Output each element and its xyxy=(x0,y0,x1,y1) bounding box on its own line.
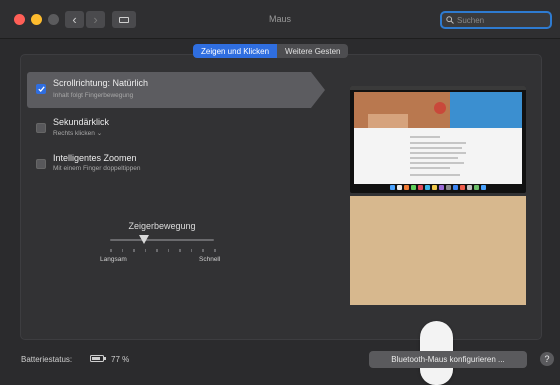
preview-menubar xyxy=(350,86,526,90)
secondary-click-dropdown[interactable]: Rechts klicken ⌄ xyxy=(53,129,102,137)
option-scroll-direction[interactable]: Scrollrichtung: Natürlich Inhalt folgt F… xyxy=(27,72,325,108)
slider-tick xyxy=(144,249,147,252)
option-smart-zoom[interactable]: Intelligentes Zoomen Mit einem Finger do… xyxy=(27,150,307,182)
smart-zoom-checkbox[interactable] xyxy=(36,159,46,169)
search-field[interactable] xyxy=(440,11,552,29)
tab-weitere-gesten[interactable]: Weitere Gesten xyxy=(277,44,349,58)
slider-thumb[interactable] xyxy=(139,235,150,244)
slider-tick xyxy=(202,249,204,252)
search-icon xyxy=(446,16,454,24)
slider-min-label: Langsam xyxy=(100,256,127,263)
preview-dock xyxy=(372,185,504,191)
slider-tick xyxy=(133,249,135,252)
scroll-direction-checkbox[interactable] xyxy=(36,84,46,94)
preview-screen xyxy=(350,86,526,193)
option-subtitle: Mit einem Finger doppeltippen xyxy=(53,165,141,172)
configure-bluetooth-mouse-button[interactable]: Bluetooth-Maus konfigurieren ... xyxy=(369,351,527,368)
slider-tick xyxy=(214,249,216,252)
tab-zeigen-und-klicken[interactable]: Zeigen und Klicken xyxy=(193,44,278,58)
slider-tick xyxy=(167,249,170,252)
slider-max-label: Schnell xyxy=(199,256,221,263)
battery-percent: 77 % xyxy=(111,355,130,364)
help-button[interactable]: ? xyxy=(540,352,554,366)
slider-tick xyxy=(121,249,124,252)
gesture-preview xyxy=(350,86,526,385)
slider-tick xyxy=(190,249,193,252)
slider-tick xyxy=(110,249,112,252)
battery-status-label: Batteriestatus: xyxy=(21,355,73,364)
search-input[interactable] xyxy=(454,15,547,25)
tracking-speed-label: Zeigerbewegung xyxy=(128,221,196,231)
secondary-click-checkbox[interactable] xyxy=(36,123,46,133)
preview-hero-image xyxy=(354,92,522,128)
slider-tick xyxy=(179,249,181,252)
option-subtitle: Inhalt folgt Fingerbewegung xyxy=(53,92,134,99)
tab-bar: Zeigen und Klicken Weitere Gesten xyxy=(193,44,349,58)
option-title: Scrollrichtung: Natürlich xyxy=(53,78,149,88)
option-title: Intelligentes Zoomen xyxy=(53,153,137,163)
slider-tick xyxy=(156,249,158,252)
tracking-speed-slider[interactable] xyxy=(110,239,214,241)
checkmark-icon xyxy=(37,86,45,92)
option-title: Sekundärklick xyxy=(53,117,110,127)
preview-document xyxy=(354,128,522,184)
title-bar: ‹ › Maus xyxy=(0,0,560,39)
battery-icon xyxy=(90,355,104,362)
option-secondary-click[interactable]: Sekundärklick Rechts klicken ⌄ xyxy=(27,114,307,146)
preview-desk xyxy=(350,196,526,385)
